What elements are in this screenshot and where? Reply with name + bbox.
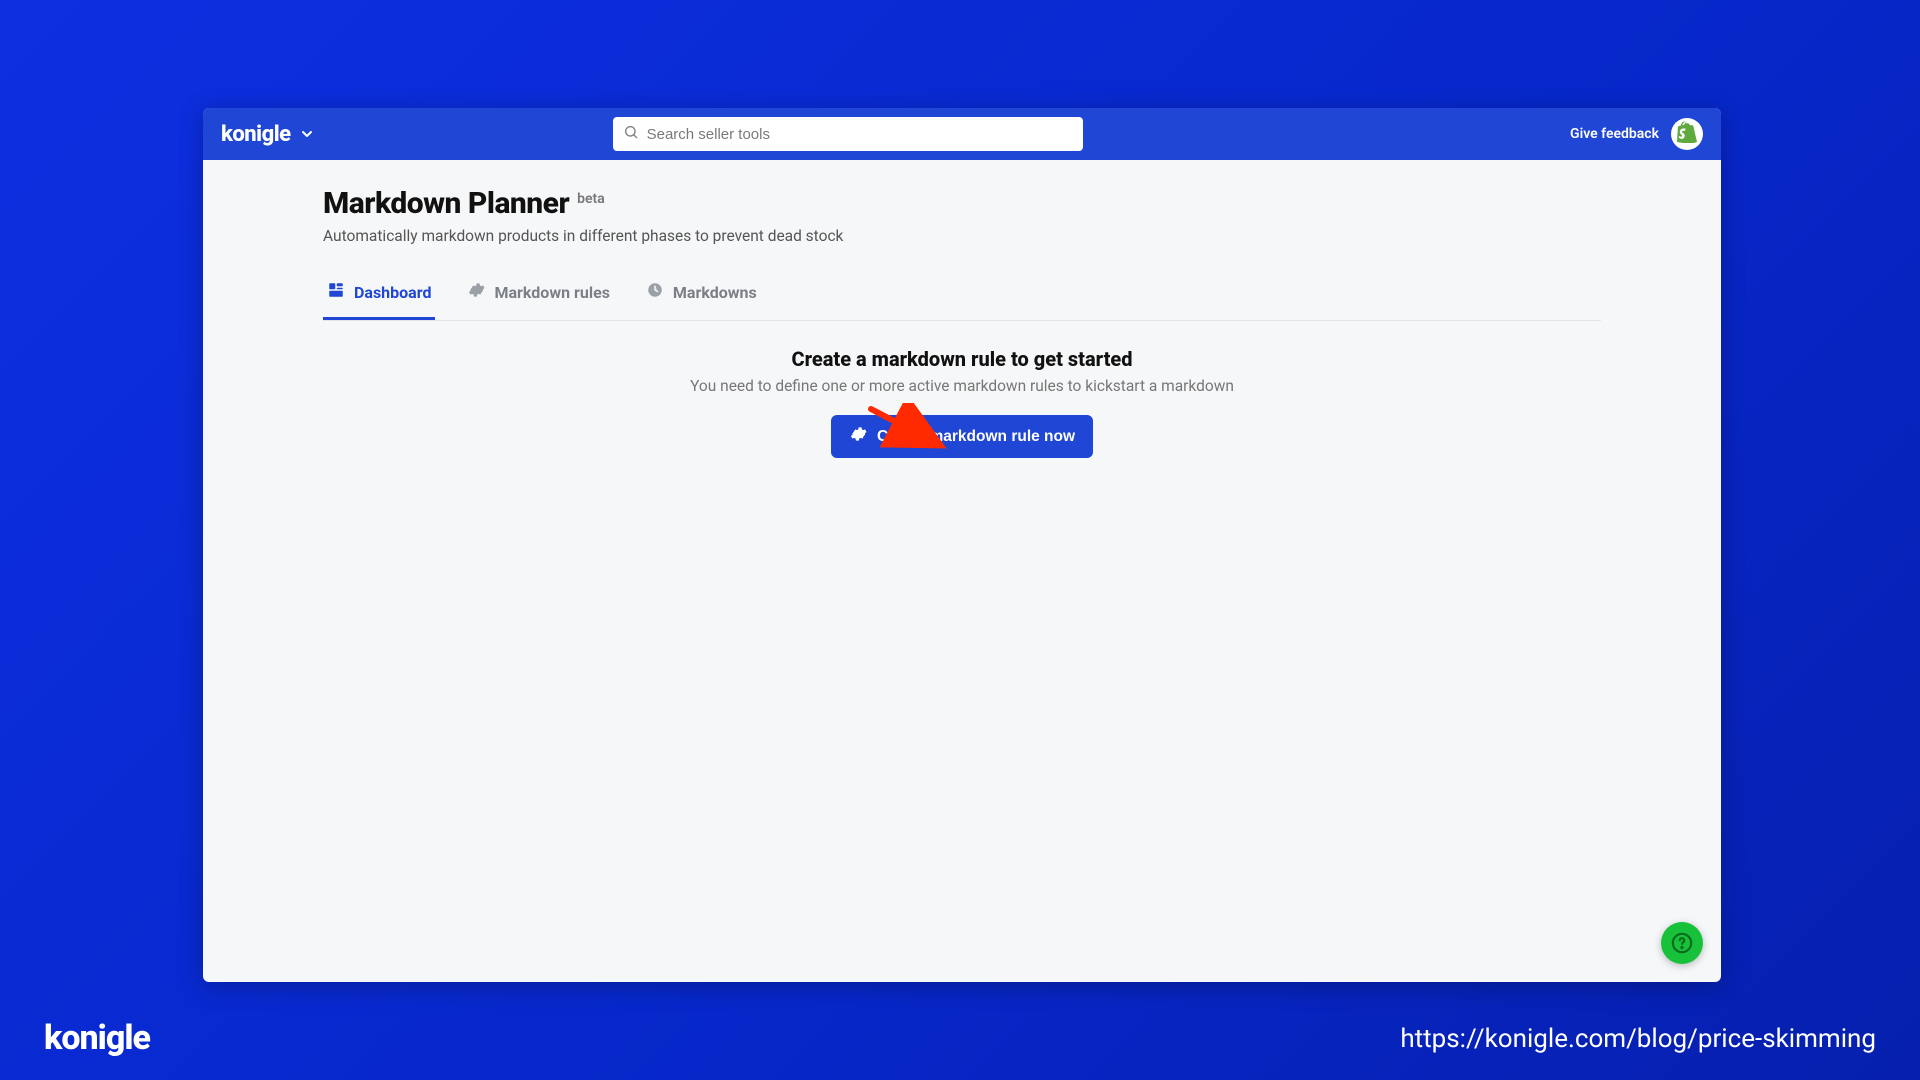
footer-url: https://konigle.com/blog/price-skimming — [1400, 1024, 1876, 1054]
page-title: Markdown Planner — [323, 186, 569, 221]
chevron-down-icon[interactable] — [299, 126, 315, 142]
question-icon — [1671, 932, 1693, 954]
clock-icon — [646, 281, 664, 303]
give-feedback-link[interactable]: Give feedback — [1570, 126, 1659, 142]
cta-label: Create markdown rule now — [877, 428, 1075, 446]
tab-markdown-rules[interactable]: Markdown rules — [463, 271, 613, 320]
search-icon — [623, 124, 639, 144]
search-field[interactable] — [613, 117, 1083, 151]
empty-state-title: Create a markdown rule to get started — [323, 347, 1601, 371]
avatar[interactable] — [1671, 118, 1703, 150]
create-markdown-rule-button[interactable]: Create markdown rule now — [831, 415, 1093, 458]
brand[interactable]: konigle — [221, 122, 315, 147]
gear-icon — [467, 281, 485, 303]
topbar-right: Give feedback — [1570, 118, 1703, 150]
shopify-icon — [1677, 121, 1697, 147]
gear-icon — [849, 425, 867, 448]
tab-dashboard[interactable]: Dashboard — [323, 271, 435, 320]
empty-state-subtitle: You need to define one or more active ma… — [323, 377, 1601, 395]
tab-label: Markdown rules — [494, 283, 609, 302]
empty-state: Create a markdown rule to get started Yo… — [323, 347, 1601, 458]
app-window: konigle Give feedback — [203, 108, 1721, 982]
help-button[interactable] — [1661, 922, 1703, 964]
footer-logo: konigle — [44, 1018, 150, 1058]
search-input[interactable] — [647, 126, 1073, 143]
beta-badge: beta — [577, 191, 605, 207]
page-subtitle: Automatically markdown products in diffe… — [323, 227, 1601, 245]
page-title-row: Markdown Planner beta — [323, 186, 1601, 221]
topbar: konigle Give feedback — [203, 108, 1721, 160]
brand-name: konigle — [221, 122, 291, 147]
tab-label: Markdowns — [673, 283, 757, 302]
tab-markdowns[interactable]: Markdowns — [642, 271, 761, 320]
tab-label: Dashboard — [354, 283, 431, 302]
tabs: Dashboard Markdown rules Markdowns — [323, 271, 1601, 321]
dashboard-icon — [327, 281, 345, 303]
page-body: Markdown Planner beta Automatically mark… — [203, 160, 1721, 458]
